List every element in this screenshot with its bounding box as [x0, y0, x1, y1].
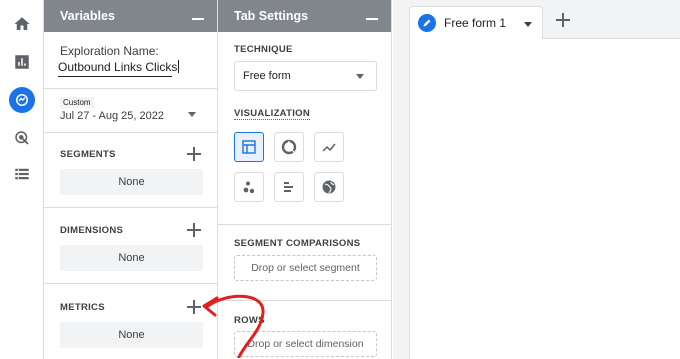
donut-viz-button[interactable]	[274, 132, 304, 162]
add-tab-button[interactable]	[556, 13, 570, 27]
minimize-icon[interactable]	[365, 9, 379, 23]
geo-viz-button[interactable]	[314, 172, 344, 202]
variables-header: Variables	[44, 0, 217, 32]
tab-settings-title: Tab Settings	[234, 9, 309, 23]
globe-icon	[322, 180, 336, 194]
metrics-empty: None	[60, 322, 203, 348]
home-icon[interactable]	[9, 11, 35, 37]
chevron-down-icon[interactable]	[524, 22, 532, 27]
bar-chart-icon	[284, 182, 293, 192]
tab-settings-header: Tab Settings	[218, 0, 391, 32]
donut-chart-icon	[281, 139, 297, 155]
technique-label: TECHNIQUE	[234, 44, 293, 55]
date-range-picker[interactable]: Jul 27 - Aug 25, 2022	[60, 110, 164, 122]
canvas-body	[409, 38, 680, 359]
divider	[44, 207, 217, 208]
explore-icon[interactable]	[9, 87, 35, 113]
divider	[218, 224, 391, 225]
chevron-down-icon[interactable]	[188, 112, 196, 117]
variables-title: Variables	[60, 9, 115, 23]
technique-select[interactable]: Free form	[234, 61, 377, 91]
tab-free-form-1[interactable]: Free form 1	[409, 6, 543, 39]
table-viz-button[interactable]	[234, 132, 264, 162]
date-range-tag: Custom	[60, 97, 94, 108]
divider	[44, 88, 217, 89]
segments-empty: None	[60, 169, 203, 195]
bar-viz-button[interactable]	[274, 172, 304, 202]
scatter-plot-icon	[243, 181, 255, 194]
chevron-down-icon	[356, 74, 364, 79]
segment-comparisons-label: SEGMENT COMPARISONS	[234, 238, 361, 249]
nav-rail	[0, 0, 44, 359]
divider	[44, 132, 217, 133]
scatter-viz-button[interactable]	[234, 172, 264, 202]
minimize-icon[interactable]	[191, 9, 205, 23]
metrics-title: METRICS	[60, 302, 105, 313]
visualization-label: VISUALIZATION	[234, 108, 311, 120]
line-viz-button[interactable]	[314, 132, 344, 162]
divider	[44, 283, 217, 284]
variables-panel: Variables Exploration Name: Outbound Lin…	[44, 0, 218, 359]
dimensions-empty: None	[60, 245, 203, 271]
technique-value: Free form	[243, 70, 291, 82]
segments-title: SEGMENTS	[60, 149, 116, 160]
advertising-icon[interactable]	[9, 125, 35, 151]
add-segment-button[interactable]	[187, 147, 201, 161]
text-caret	[178, 60, 180, 73]
reports-icon[interactable]	[9, 49, 35, 75]
exploration-name-value: Outbound Links Clicks	[58, 60, 178, 74]
exploration-canvas: Free form 1	[393, 0, 680, 359]
configure-icon[interactable]	[9, 161, 35, 187]
pencil-icon[interactable]	[418, 14, 436, 32]
exploration-name-label: Exploration Name:	[60, 44, 159, 58]
segment-drop-zone[interactable]: Drop or select segment	[234, 255, 377, 281]
annotation-arrow-icon	[202, 294, 265, 358]
table-icon	[242, 140, 256, 154]
exploration-name-input[interactable]: Outbound Links Clicks	[58, 60, 180, 77]
line-chart-icon	[322, 143, 336, 152]
add-dimension-button[interactable]	[187, 223, 201, 237]
dimensions-title: DIMENSIONS	[60, 225, 124, 236]
tab-label: Free form 1	[444, 16, 507, 30]
